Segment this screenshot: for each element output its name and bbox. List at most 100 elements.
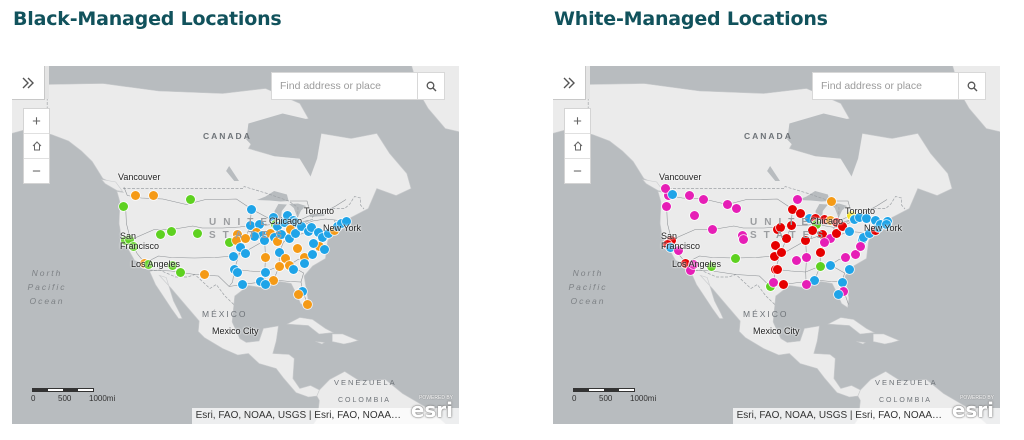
location-point[interactable]	[246, 204, 256, 214]
location-point[interactable]	[776, 248, 786, 257]
double-chevron-right-icon	[22, 77, 34, 88]
location-point[interactable]	[855, 241, 865, 251]
panel-divider	[45, 66, 49, 99]
label-vancouver: Vancouver	[659, 172, 702, 182]
location-point[interactable]	[826, 196, 836, 206]
esri-logo[interactable]: esri	[411, 398, 453, 422]
location-point[interactable]	[319, 244, 329, 254]
label-mexico-city: Mexico City	[212, 326, 259, 336]
label-los-angeles: Los Angeles	[131, 259, 181, 269]
location-point[interactable]	[274, 261, 284, 271]
map-view[interactable]: + − CANADA UNITED STATES MÉXICO North Pa…	[553, 66, 1000, 424]
search-button[interactable]	[958, 73, 985, 99]
location-point[interactable]	[772, 265, 782, 274]
location-point[interactable]	[148, 190, 158, 200]
minus-icon: −	[32, 162, 41, 180]
label-canada: CANADA	[203, 131, 252, 141]
location-point[interactable]	[308, 249, 318, 259]
home-button[interactable]	[565, 134, 590, 159]
zoom-out-button[interactable]: −	[24, 159, 49, 183]
plus-icon: +	[32, 112, 41, 130]
location-point[interactable]	[738, 235, 748, 244]
location-point[interactable]	[815, 261, 825, 271]
label-united-states: UNITED STATES	[209, 217, 289, 241]
location-point[interactable]	[844, 227, 854, 236]
plus-icon: +	[573, 112, 582, 130]
location-point[interactable]	[810, 275, 820, 285]
search-input[interactable]	[813, 73, 958, 99]
location-point[interactable]	[293, 289, 303, 299]
location-point[interactable]	[801, 279, 811, 289]
location-point[interactable]	[689, 211, 699, 220]
location-point[interactable]	[233, 267, 243, 277]
location-point[interactable]	[260, 279, 270, 289]
location-point[interactable]	[699, 194, 709, 204]
label-mexico-city: Mexico City	[753, 326, 800, 336]
label-mexico: MÉXICO	[743, 309, 789, 319]
land-hispaniola	[332, 333, 359, 345]
location-point[interactable]	[167, 226, 177, 236]
location-point[interactable]	[722, 200, 732, 209]
label-chicago: Chicago	[810, 216, 844, 226]
esri-logo[interactable]: esri	[952, 398, 994, 422]
search-widget	[812, 72, 986, 100]
panel-divider	[586, 66, 590, 99]
zoom-in-button[interactable]: +	[565, 109, 590, 134]
label-colombia: COLOMBIA	[338, 397, 391, 404]
location-point[interactable]	[240, 249, 250, 258]
location-point[interactable]	[237, 280, 247, 289]
label-colombia: COLOMBIA	[879, 397, 932, 404]
label-united-states: UNITED STATES	[750, 217, 830, 241]
scale-tick-1000mi: 1000mi	[89, 394, 116, 403]
location-point[interactable]	[228, 252, 238, 261]
location-point[interactable]	[288, 265, 298, 274]
double-chevron-right-icon	[563, 77, 575, 88]
location-point[interactable]	[667, 189, 677, 199]
label-mexico: MÉXICO	[202, 309, 248, 319]
expand-panel-button[interactable]	[553, 66, 586, 100]
location-point[interactable]	[731, 253, 740, 263]
search-input[interactable]	[272, 73, 417, 99]
location-point[interactable]	[186, 194, 196, 204]
label-venezuela: VENEZUELA	[875, 378, 938, 387]
scale-bar-graphic	[32, 388, 94, 392]
location-point[interactable]	[300, 259, 309, 268]
location-point[interactable]	[662, 201, 672, 211]
label-los-angeles: Los Angeles	[672, 259, 722, 269]
location-point[interactable]	[118, 201, 128, 211]
label-new-york: New York	[323, 223, 362, 233]
expand-panel-button[interactable]	[12, 66, 45, 100]
label-canada: CANADA	[744, 131, 793, 141]
location-point[interactable]	[793, 195, 802, 204]
location-point[interactable]	[792, 255, 802, 265]
home-button[interactable]	[24, 134, 49, 159]
location-point[interactable]	[778, 280, 788, 289]
scale-tick-0: 0	[31, 394, 36, 403]
land-jamaica	[315, 341, 326, 345]
panel-title: Black-Managed Locations	[13, 8, 282, 30]
location-point[interactable]	[834, 289, 844, 299]
location-point[interactable]	[303, 300, 312, 309]
label-san-francisco: San Francisco	[661, 231, 701, 251]
zoom-controls: + −	[23, 108, 50, 184]
scale-tick-1000mi: 1000mi	[630, 394, 657, 403]
label-chicago: Chicago	[269, 216, 303, 226]
location-point[interactable]	[850, 250, 860, 259]
location-point[interactable]	[826, 260, 835, 270]
zoom-in-button[interactable]: +	[24, 109, 49, 134]
location-point[interactable]	[155, 230, 165, 239]
location-point[interactable]	[837, 277, 847, 287]
location-point[interactable]	[684, 190, 694, 200]
home-icon	[32, 141, 41, 151]
zoom-out-button[interactable]: −	[565, 159, 590, 183]
zoom-controls: + −	[564, 108, 591, 184]
map-view[interactable]: + − CANADA UNITED STATES MÉXICO North Pa…	[12, 66, 459, 424]
search-button[interactable]	[417, 73, 444, 99]
scale-tick-500: 500	[599, 394, 613, 403]
location-point[interactable]	[130, 191, 140, 200]
location-point[interactable]	[260, 267, 270, 277]
location-point[interactable]	[815, 248, 825, 257]
label-san-francisco: San Francisco	[120, 231, 160, 251]
location-point[interactable]	[269, 275, 279, 285]
location-point[interactable]	[769, 277, 779, 287]
